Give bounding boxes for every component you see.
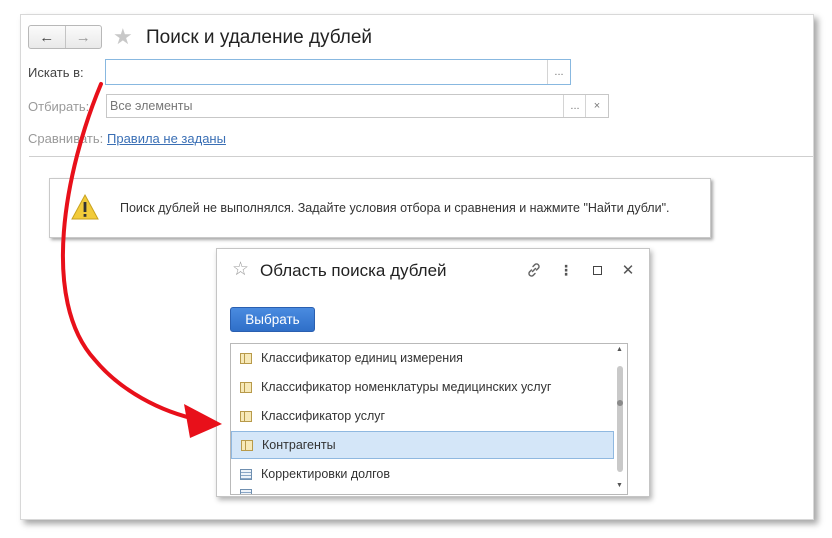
red-annotation-arrow [61,82,222,438]
